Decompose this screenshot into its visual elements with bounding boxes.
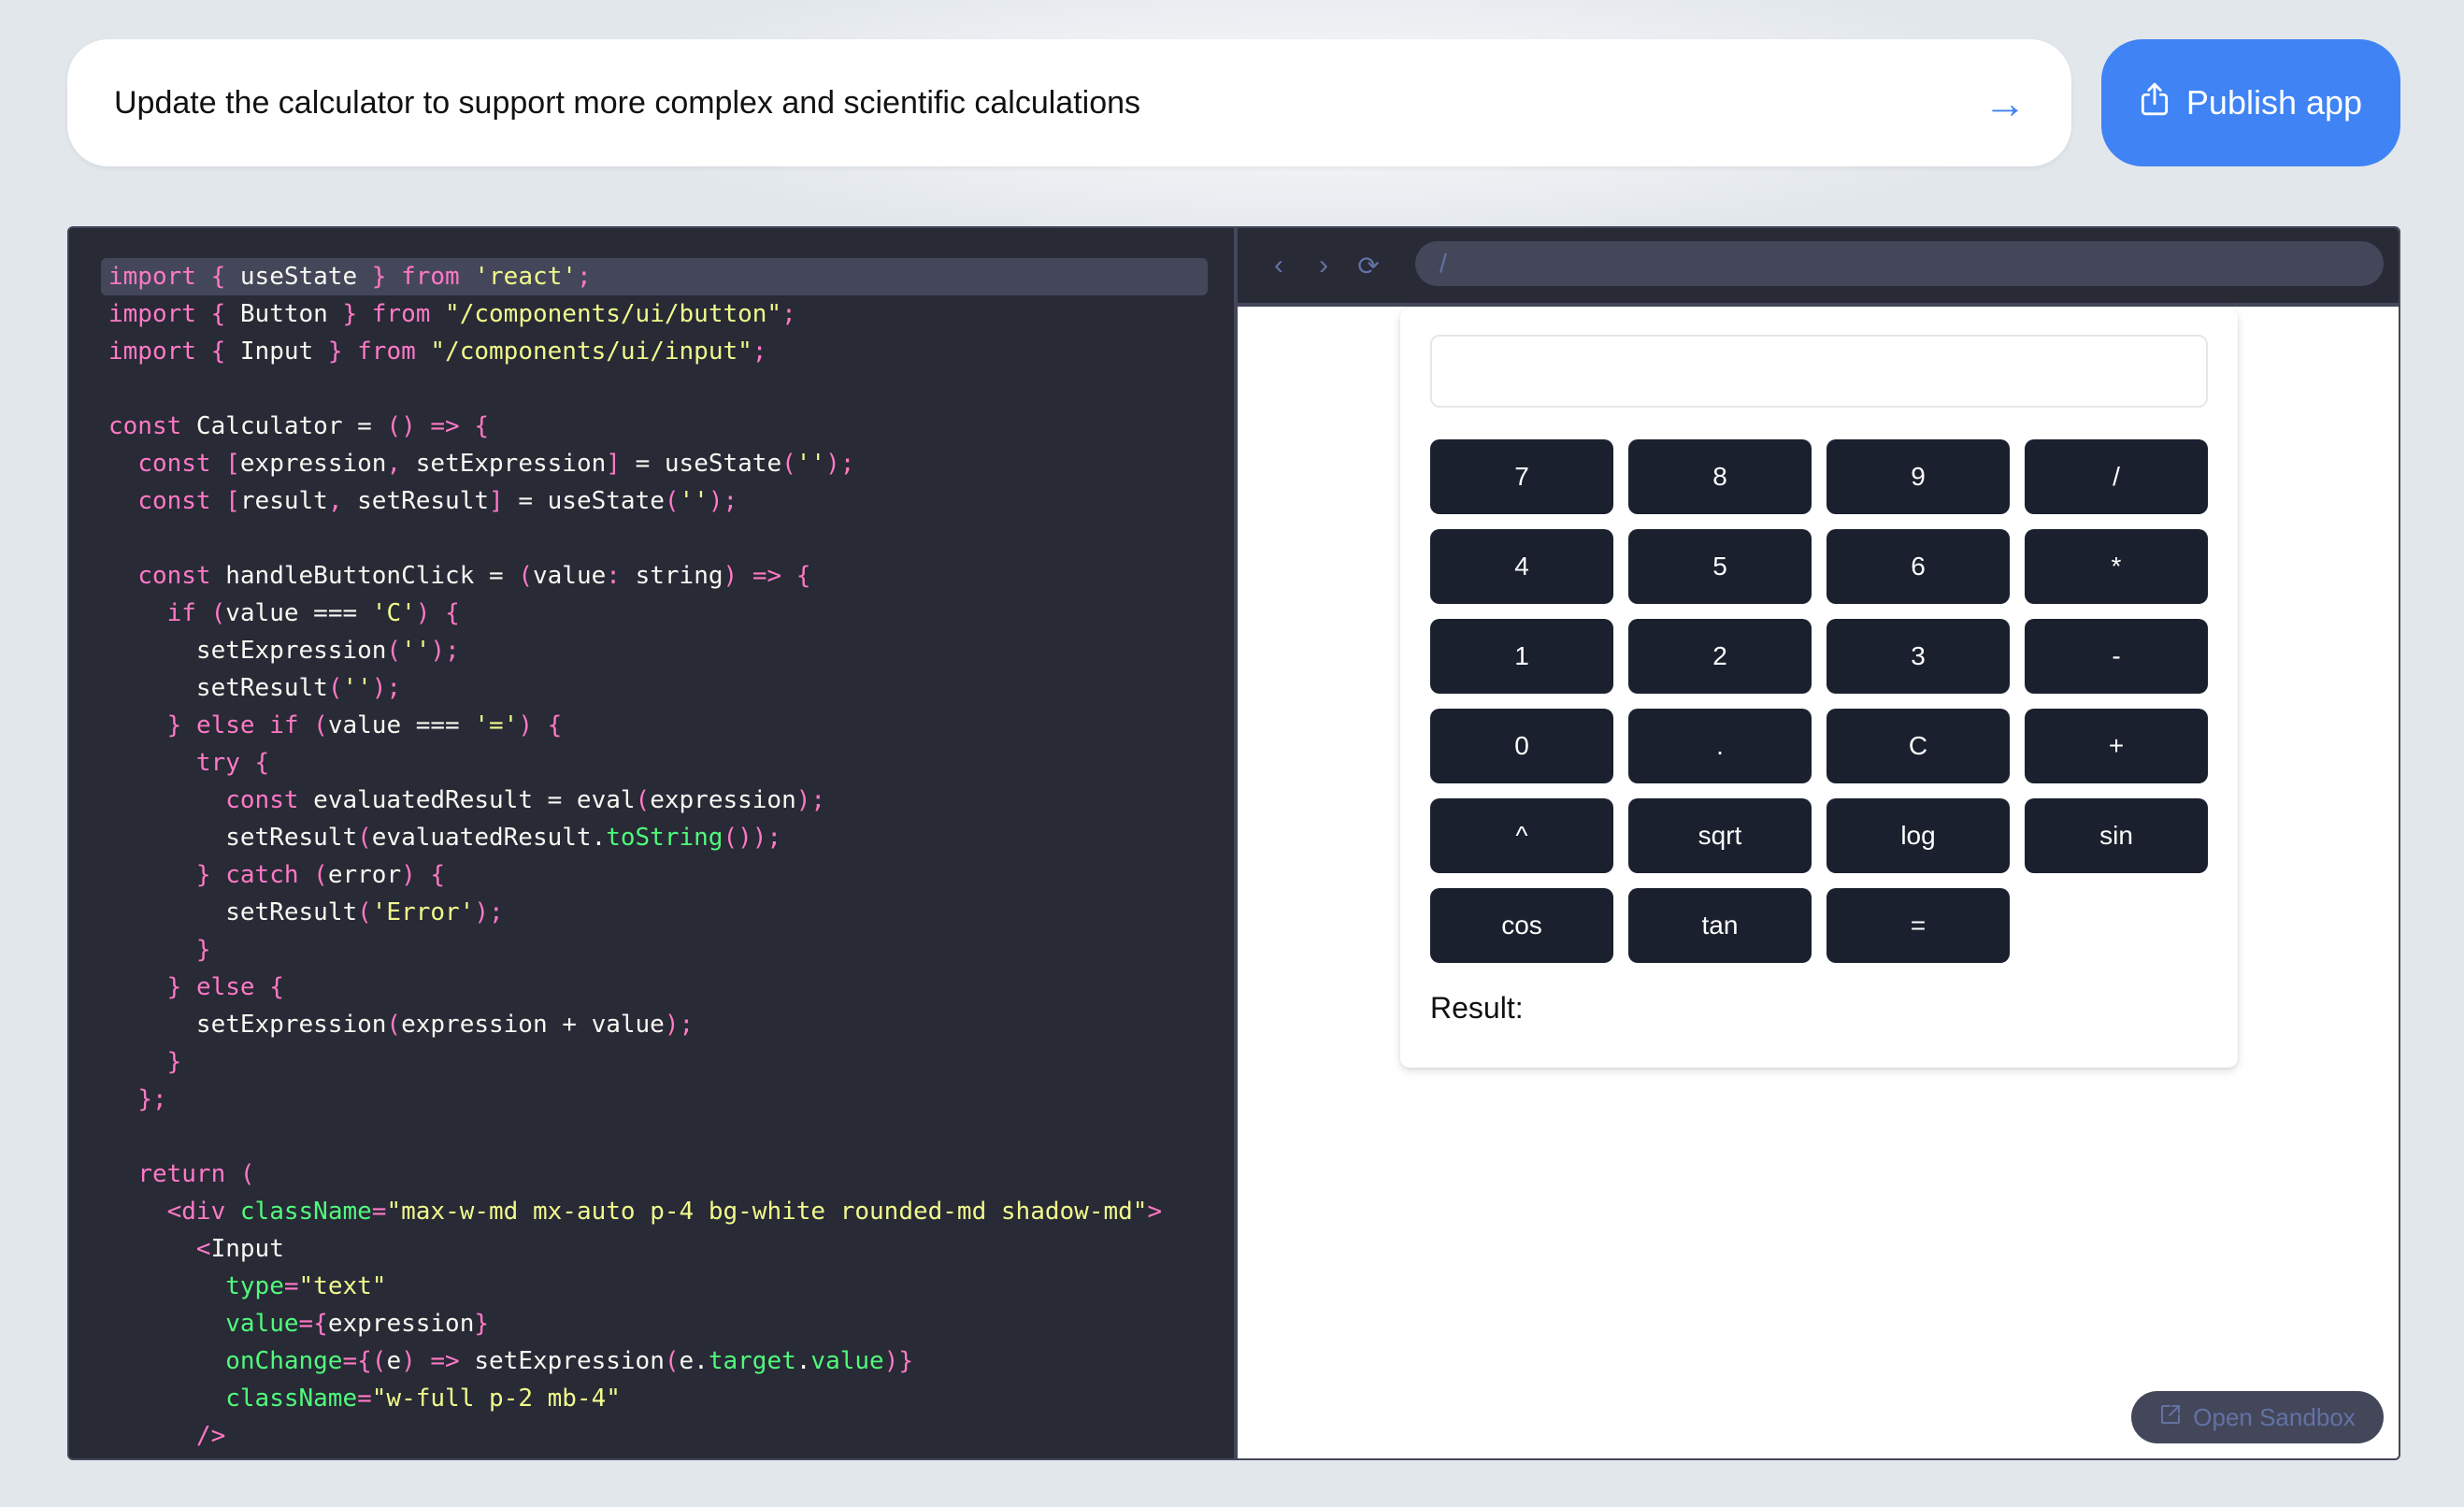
workspace: import { useState } from 'react'; import … (67, 226, 2400, 1460)
preview-toolbar: ‹ › ⟳ (1238, 228, 2399, 307)
calc-button[interactable]: sqrt (1628, 798, 1812, 873)
calc-button[interactable]: cos (1430, 888, 1613, 963)
code-line: className="w-full p-2 mb-4" (225, 1385, 621, 1413)
open-sandbox-button[interactable]: Open Sandbox (2131, 1391, 2384, 1443)
code-line: }; (137, 1085, 167, 1113)
publish-app-button[interactable]: Publish app (2101, 39, 2400, 166)
calc-button[interactable]: tan (1628, 888, 1812, 963)
calc-button[interactable]: C (1827, 709, 2010, 783)
code-line: type="text" (225, 1272, 387, 1300)
chevron-right-icon[interactable]: › (1301, 250, 1346, 281)
code-line: value={expression} (225, 1310, 490, 1338)
code-line: const [result, setResult] = useState('')… (137, 487, 738, 515)
code-line: return ( (137, 1160, 255, 1188)
calc-button[interactable]: 1 (1430, 619, 1613, 694)
prompt-bar: → (67, 39, 2071, 166)
calc-button[interactable]: 8 (1628, 439, 1812, 514)
code-line: } else { (166, 973, 284, 1001)
code-line: import { Input } from "/components/ui/in… (108, 337, 767, 366)
calc-button[interactable]: log (1827, 798, 2010, 873)
calc-button[interactable]: 3 (1827, 619, 2010, 694)
code-line: if (value === 'C') { (166, 599, 460, 627)
code-line: <div className="max-w-md mx-auto p-4 bg-… (166, 1198, 1163, 1226)
calculator-buttons: 7 8 9/ 4 5 6 * 1 2 3- 0. C + ^ sqrt log sin cos tan = (1430, 439, 2208, 963)
code-editor[interactable]: import { useState } from 'react'; import … (69, 228, 1234, 1458)
code-line: import { useState } from 'react'; (101, 258, 1208, 295)
result-label: Result: (1430, 991, 1524, 1025)
calc-button[interactable]: 5 (1628, 529, 1812, 604)
code-lines: import { useState } from 'react'; import … (101, 258, 1208, 1455)
prompt-input[interactable] (112, 83, 1984, 122)
code-line: } else if (value === '=') { (166, 711, 563, 739)
code-line: setResult(evaluatedResult.toString()); (108, 824, 782, 852)
code-line: /> (195, 1422, 226, 1450)
code-line: onChange={(e) => setExpression(e.target.… (225, 1347, 914, 1375)
publish-app-label: Publish app (2185, 83, 2363, 122)
calc-button[interactable]: * (2025, 529, 2208, 604)
calculator-card: 7 8 9/ 4 5 6 * 1 2 3- 0. C + ^ sqrt log sin cos tan = Resul… (1400, 309, 2238, 1068)
preview-panel: ‹ › ⟳ 789/ 456* 123- 0.C+ ^sqrtlogsin costan=… (1238, 228, 2399, 1458)
code-line: const [expression, setExpression] = useS… (137, 450, 855, 478)
code-line: } catch (error) { (195, 861, 446, 889)
code-line: setExpression(''); (108, 637, 460, 665)
external-link-icon (2159, 1403, 2182, 1432)
url-input[interactable] (1438, 248, 2384, 280)
code-line: try { (195, 749, 270, 777)
code-line: setResult('Error'); (108, 898, 504, 926)
calc-button[interactable]: 2 (1628, 619, 1812, 694)
chevron-left-icon[interactable]: ‹ (1256, 250, 1301, 281)
code-line: } (195, 936, 211, 964)
calc-button[interactable]: 4 (1430, 529, 1613, 604)
calc-button[interactable]: 0 (1430, 709, 1613, 783)
arrow-right-icon[interactable]: → (1984, 81, 2027, 124)
code-line: setResult(''); (108, 674, 402, 702)
calc-button[interactable]: sin (2025, 798, 2208, 873)
calc-button[interactable]: / (2025, 439, 2208, 514)
code-line: import { Button } from "/components/ui/b… (108, 300, 796, 328)
code-line: const handleButtonClick = (value: string… (137, 562, 811, 590)
calc-button[interactable]: 7 (1430, 439, 1613, 514)
calc-button[interactable]: . (1628, 709, 1812, 783)
code-line: setExpression(expression + value); (108, 1011, 695, 1039)
calc-button[interactable]: + (2025, 709, 2208, 783)
calc-button[interactable]: = (1827, 888, 2010, 963)
share-upload-icon (2140, 81, 2170, 125)
calc-button[interactable]: 6 (1827, 529, 2010, 604)
code-line: const Calculator = () => { (108, 412, 490, 440)
code-line: } (166, 1048, 182, 1076)
url-bar (1415, 241, 2384, 286)
result-display: Result: (1430, 991, 1524, 1026)
reload-icon[interactable]: ⟳ (1346, 251, 1391, 281)
open-sandbox-label: Open Sandbox (2193, 1402, 2356, 1431)
calc-button[interactable]: ^ (1430, 798, 1613, 873)
code-line: const evaluatedResult = eval(expression)… (225, 786, 826, 814)
code-line: <Input (195, 1235, 284, 1263)
calc-button[interactable]: 9 (1827, 439, 2010, 514)
expression-input[interactable] (1430, 335, 2208, 408)
calc-button[interactable]: - (2025, 619, 2208, 694)
